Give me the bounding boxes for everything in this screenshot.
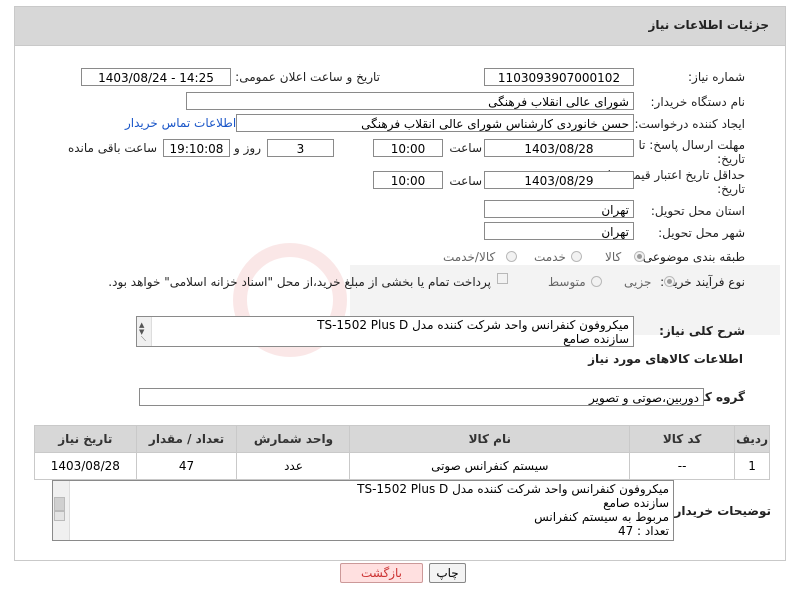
buyer-notes-line: میکروفون کنفرانس واحد شرکت کننده مدل TS-… [357, 482, 669, 496]
reply-time-field: 10:00 [373, 139, 443, 157]
buyer-contact-link[interactable]: اطلاعات تماس خریدار [125, 116, 236, 130]
scroll-thumb[interactable] [54, 497, 65, 511]
buyer-notes-textarea[interactable]: میکروفون کنفرانس واحد شرکت کننده مدل TS-… [52, 480, 674, 541]
city-label: شهر محل تحویل: [658, 226, 745, 240]
table-row: 1 -- سیستم کنفرانس صوتی عدد 47 1403/08/2… [34, 452, 770, 480]
col-header-need-date: تاریخ نیاز [34, 425, 137, 453]
panel-header: جزئیات اطلاعات نیاز [14, 6, 786, 46]
cell-unit: عدد [236, 452, 351, 480]
category-option-goods: کالا [605, 250, 622, 264]
cell-item-code: -- [629, 452, 736, 480]
category-label: طبقه بندی موضوعی: [638, 250, 745, 264]
price-validity-label-2: تاریخ: [717, 182, 745, 196]
reply-date-field: 1403/08/28 [484, 139, 634, 157]
resize-grip-icon[interactable]: ⟋ [141, 332, 146, 346]
page-title: جزئیات اطلاعات نیاز [648, 18, 769, 32]
scroll-track[interactable] [54, 511, 65, 521]
requester-field: حسن خانوردی کارشناس شورای عالی انقلاب فر… [236, 114, 634, 132]
price-time-field: 10:00 [373, 171, 443, 189]
buyer-org-label: نام دستگاه خریدار: [650, 95, 746, 109]
summary-line: میکروفون کنفرانس واحد شرکت کننده مدل TS-… [317, 318, 629, 332]
print-button[interactable]: چاپ [429, 563, 466, 583]
city-field: تهران [484, 222, 634, 240]
col-header-quantity: تعداد / مقدار [135, 425, 238, 453]
process-option-medium: متوسط [548, 275, 586, 289]
summary-line: سازنده صامع [563, 332, 629, 346]
need-number-field: 1103093907000102 [484, 68, 634, 86]
remaining-time-field: 19:10:08 [163, 139, 230, 157]
summary-textarea[interactable]: میکروفون کنفرانس واحد شرکت کننده مدل TS-… [136, 316, 634, 347]
category-radio-service[interactable] [571, 251, 582, 262]
process-option-partial: جزیی [624, 275, 652, 289]
province-field: تهران [484, 200, 634, 218]
buyer-notes-label: توضیحات خریدار: [669, 504, 771, 518]
category-radio-goods-service[interactable] [506, 251, 517, 262]
table-header-row: ردیف کد کالا نام کالا واحد شمارش تعداد /… [34, 425, 770, 453]
summary-label: شرح کلی نیاز: [659, 324, 745, 338]
category-option-service: خدمت [534, 250, 566, 264]
cell-need-date: 1403/08/28 [34, 452, 137, 480]
goods-table: ردیف کد کالا نام کالا واحد شمارش تعداد /… [34, 425, 770, 480]
price-date-field: 1403/08/29 [484, 171, 634, 189]
category-radio-goods[interactable] [634, 251, 645, 262]
reply-time-label: ساعت [449, 141, 482, 155]
category-option-goods-service: کالا/خدمت [443, 250, 496, 264]
cell-row-number: 1 [734, 452, 770, 480]
price-time-label: ساعت [449, 174, 482, 188]
buyer-org-field: شورای عالی انقلاب فرهنگی [186, 92, 634, 110]
announce-datetime-field: 1403/08/24 - 14:25 [81, 68, 231, 86]
cell-quantity: 47 [135, 452, 238, 480]
col-header-item-code: کد کالا [629, 425, 736, 453]
col-header-row-number: ردیف [734, 425, 770, 453]
col-header-item-name: نام کالا [349, 425, 631, 453]
buyer-notes-line: تعداد : 47 [617, 524, 669, 538]
summary-scrollbar[interactable]: ▲ ▼ ⟋ [137, 317, 152, 346]
reply-deadline-label-2: تاریخ: [717, 152, 745, 166]
province-label: استان محل تحویل: [650, 204, 745, 218]
cell-item-name: سیستم کنفرانس صوتی [349, 452, 631, 480]
buyer-notes-line: مربوط به سیستم کنفرانس [534, 510, 669, 524]
need-number-label: شماره نیاز: [688, 70, 745, 84]
remaining-label: ساعت باقی مانده [67, 141, 157, 155]
goods-section-title: اطلاعات کالاهای مورد نیاز [588, 352, 743, 366]
requester-label: ایجاد کننده درخواست: [634, 117, 745, 131]
col-header-unit: واحد شمارش [236, 425, 351, 453]
back-button[interactable]: بازگشت [340, 563, 423, 583]
reply-deadline-label: مهلت ارسال پاسخ: تا [638, 138, 745, 152]
buyer-notes-scrollbar[interactable] [53, 481, 70, 540]
goods-group-field: دوربین،صوتی و تصویر [139, 388, 704, 406]
payment-note: پرداخت تمام یا بخشی از مبلغ خرید،از محل … [108, 275, 491, 289]
announce-label: تاریخ و ساعت اعلان عمومی: [235, 70, 380, 84]
days-field: 3 [267, 139, 334, 157]
treasury-checkbox[interactable] [497, 273, 508, 284]
days-label: روز و [234, 141, 261, 155]
process-radio-partial[interactable] [664, 276, 675, 287]
buyer-notes-line: سازنده صامع [603, 496, 669, 510]
process-radio-medium[interactable] [591, 276, 602, 287]
